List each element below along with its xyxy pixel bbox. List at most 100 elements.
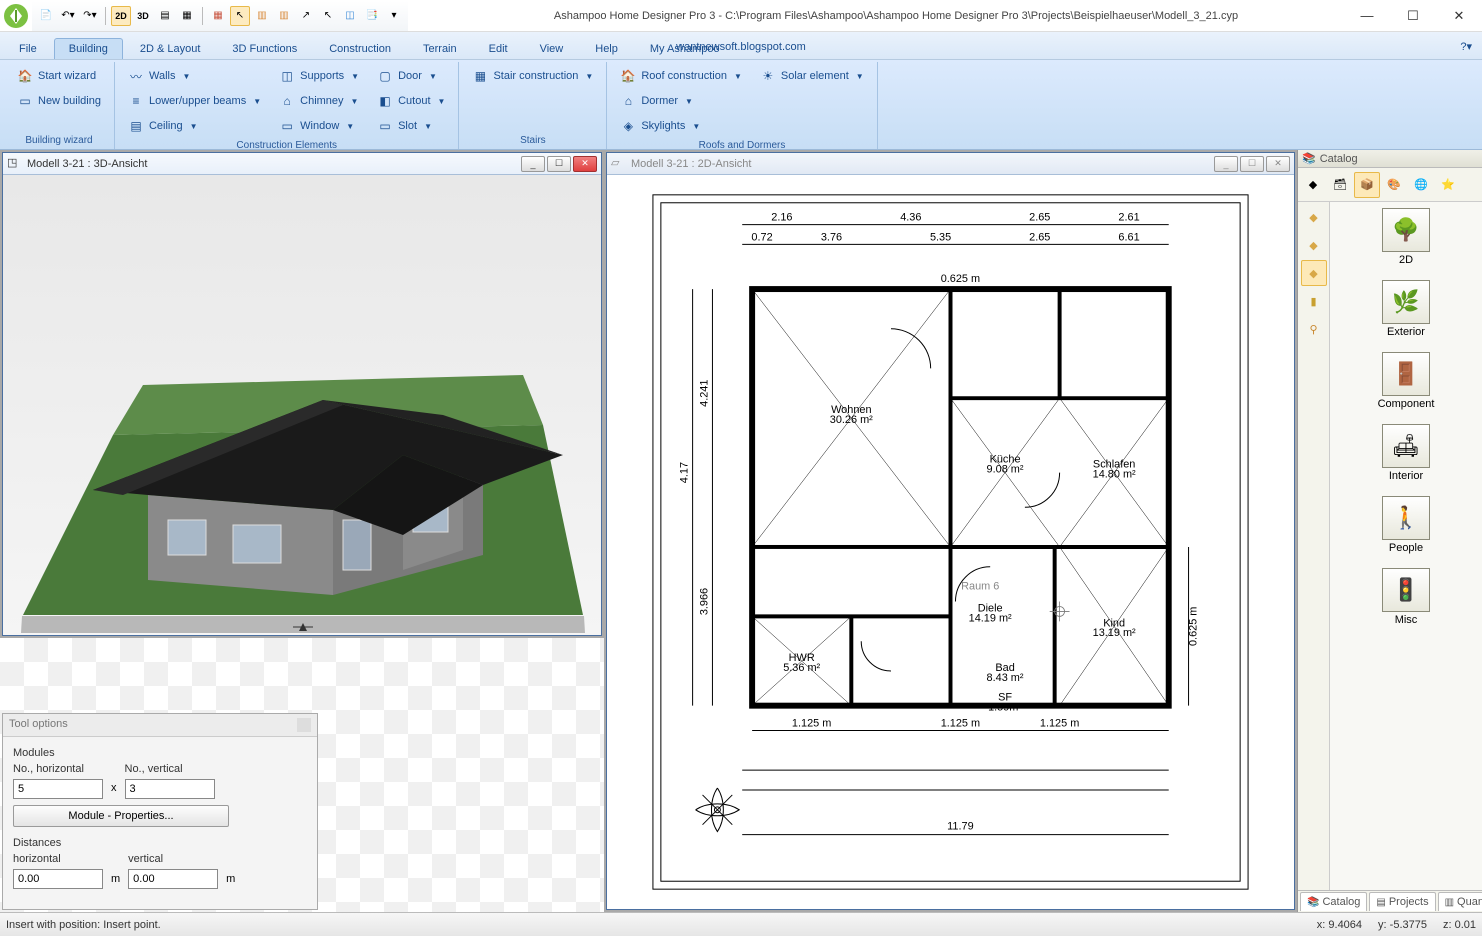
catalog-item-people[interactable]: 🚶People (1382, 496, 1430, 554)
app-icon[interactable] (0, 0, 32, 32)
cat-side-1[interactable]: ◆ (1301, 204, 1327, 230)
qat-grid2-icon[interactable]: ▦ (177, 6, 197, 26)
ribbon-roof-construction-button[interactable]: 🏠Roof construction▼ (613, 64, 749, 88)
ribbon-slot-button[interactable]: ▭Slot▼ (370, 114, 452, 138)
qat-cursor2-icon[interactable]: ↖ (318, 6, 338, 26)
maximize-button[interactable]: ☐ (1390, 1, 1436, 31)
ribbon-group-title: Building wizard (10, 133, 108, 149)
svg-text:2.61: 2.61 (1118, 212, 1139, 224)
status-bar: Insert with position: Insert point. x: 9… (0, 912, 1482, 936)
2d-view-header[interactable]: ▱ Modell 3-21 : 2D-Ansicht _ ☐ ✕ (607, 153, 1294, 175)
tab-building[interactable]: Building (54, 38, 123, 59)
chevron-down-icon: ▼ (351, 97, 359, 106)
tab-view[interactable]: View (525, 38, 579, 59)
tool-options-close-icon[interactable] (297, 718, 311, 732)
cat-tool-1[interactable]: ◆ (1300, 172, 1326, 198)
ribbon-walls-button[interactable]: 〰Walls▼ (121, 64, 268, 88)
3d-view-header[interactable]: ◳ Modell 3-21 : 3D-Ansicht _ ☐ ✕ (3, 153, 601, 175)
qat-redo-icon[interactable]: ↷▾ (80, 6, 100, 26)
cat-side-2[interactable]: ◆ (1301, 232, 1327, 258)
qat-cursor-icon[interactable]: ↖ (230, 6, 250, 26)
catalog-item-misc[interactable]: 🚦Misc (1382, 568, 1430, 626)
3d-close-button[interactable]: ✕ (573, 156, 597, 172)
qat-new-icon[interactable]: 📄 (36, 6, 56, 26)
3d-view-title: Modell 3-21 : 3D-Ansicht (27, 158, 147, 170)
cat-side-3[interactable]: ◆ (1301, 260, 1327, 286)
3d-viewport[interactable] (3, 175, 601, 635)
cat-tool-6[interactable]: ⭐ (1435, 172, 1461, 198)
tab-edit[interactable]: Edit (474, 38, 523, 59)
cat-tool-3[interactable]: 📦 (1354, 172, 1380, 198)
cat-tool-2[interactable]: 🗃 (1327, 172, 1353, 198)
qat-snap-icon[interactable]: ▦ (208, 6, 228, 26)
svg-text:14.80 m²: 14.80 m² (1093, 469, 1136, 481)
no-horizontal-input[interactable] (13, 779, 103, 799)
cat-side-5[interactable]: ⚲ (1301, 316, 1327, 342)
2d-minimize-button[interactable]: _ (1214, 156, 1238, 172)
catalog-item-exterior[interactable]: 🌿Exterior (1382, 280, 1430, 338)
3d-minimize-button[interactable]: _ (521, 156, 545, 172)
no-vertical-input[interactable] (125, 779, 215, 799)
ribbon-ceiling-button[interactable]: ▤Ceiling▼ (121, 114, 268, 138)
ribbon-chimney-button[interactable]: ⌂Chimney▼ (272, 89, 366, 113)
lower-upper-beams-icon: ≡ (128, 93, 144, 109)
module-properties-button[interactable]: Module - Properties... (13, 805, 229, 827)
2d-view-icon: ▱ (611, 156, 627, 172)
cat-tool-4[interactable]: 🎨 (1381, 172, 1407, 198)
cat-tool-5[interactable]: 🌐 (1408, 172, 1434, 198)
dist-vertical-input[interactable] (128, 869, 218, 889)
qat-dim1-icon[interactable]: ▥ (252, 6, 272, 26)
help-icon[interactable]: ?▾ (1460, 40, 1472, 53)
catalog-tab-catalog[interactable]: 📚 Catalog (1300, 892, 1367, 911)
ribbon-lower-upper-beams-button[interactable]: ≡Lower/upper beams▼ (121, 89, 268, 113)
qat-guide-icon[interactable]: ↗ (296, 6, 316, 26)
ribbon-window-button[interactable]: ▭Window▼ (272, 114, 366, 138)
2d-close-button[interactable]: ✕ (1266, 156, 1290, 172)
catalog-item-component[interactable]: 🚪Component (1378, 352, 1435, 410)
tab-file[interactable]: File (4, 38, 52, 59)
grid-area[interactable]: Tool options Modules No., horizontal x N… (0, 638, 604, 912)
qat-grid1-icon[interactable]: ▤ (155, 6, 175, 26)
ribbon-cutout-button[interactable]: ◧Cutout▼ (370, 89, 452, 113)
ribbon-start-wizard-button[interactable]: 🏠Start wizard (10, 64, 108, 88)
roof-construction-icon: 🏠 (620, 68, 636, 84)
tab-help[interactable]: Help (580, 38, 633, 59)
cat-side-4[interactable]: ▮ (1301, 288, 1327, 314)
ribbon-new-building-button[interactable]: ▭New building (10, 89, 108, 113)
catalog-item-interior[interactable]: 🛋Interior (1382, 424, 1430, 482)
blog-url: wantnewsoft.blogspot.com (676, 41, 806, 53)
ribbon-dormer-button[interactable]: ⌂Dormer▼ (613, 89, 749, 113)
qat-3d-button[interactable]: 3D (133, 6, 153, 26)
qat-undo-icon[interactable]: ↶▾ (58, 6, 78, 26)
2d-viewport[interactable]: 2.164.362.652.61 0.723.765.352.656.61 (607, 175, 1294, 909)
minimize-button[interactable]: — (1344, 1, 1390, 31)
catalog-thumb-icon: 🚶 (1382, 496, 1430, 540)
tab-2d-layout[interactable]: 2D & Layout (125, 38, 216, 59)
coord-y: y: -5.3775 (1378, 919, 1427, 931)
cutout-icon: ◧ (377, 93, 393, 109)
ribbon-supports-button[interactable]: ◫Supports▼ (272, 64, 366, 88)
catalog-tab-quantities[interactable]: ▥ Quantities (1438, 892, 1482, 911)
close-button[interactable]: ✕ (1436, 1, 1482, 31)
tab-3d-functions[interactable]: 3D Functions (217, 38, 312, 59)
qat-2d-button[interactable]: 2D (111, 6, 131, 26)
2d-view-title: Modell 3-21 : 2D-Ansicht (631, 158, 751, 170)
svg-text:9.08 m²: 9.08 m² (987, 464, 1024, 476)
svg-text:1.59m²: 1.59m² (988, 702, 1022, 714)
ribbon-door-button[interactable]: ▢Door▼ (370, 64, 452, 88)
2d-maximize-button[interactable]: ☐ (1240, 156, 1264, 172)
tab-construction[interactable]: Construction (314, 38, 406, 59)
catalog-tab-projects[interactable]: ▤ Projects (1369, 892, 1435, 911)
qat-dim2-icon[interactable]: ▥ (274, 6, 294, 26)
dist-horizontal-input[interactable] (13, 869, 103, 889)
ribbon-stair-construction-button[interactable]: ▦Stair construction▼ (465, 64, 600, 88)
qat-catalog-icon[interactable]: 📑 (362, 6, 382, 26)
qat-more-icon[interactable]: ▾ (384, 6, 404, 26)
ribbon-skylights-button[interactable]: ◈Skylights▼ (613, 114, 749, 138)
ribbon-solar-element-button[interactable]: ☀Solar element▼ (753, 64, 871, 88)
stair-construction-icon: ▦ (472, 68, 488, 84)
3d-maximize-button[interactable]: ☐ (547, 156, 571, 172)
qat-measure-icon[interactable]: ◫ (340, 6, 360, 26)
tab-terrain[interactable]: Terrain (408, 38, 472, 59)
catalog-item-2d[interactable]: 🌳2D (1382, 208, 1430, 266)
